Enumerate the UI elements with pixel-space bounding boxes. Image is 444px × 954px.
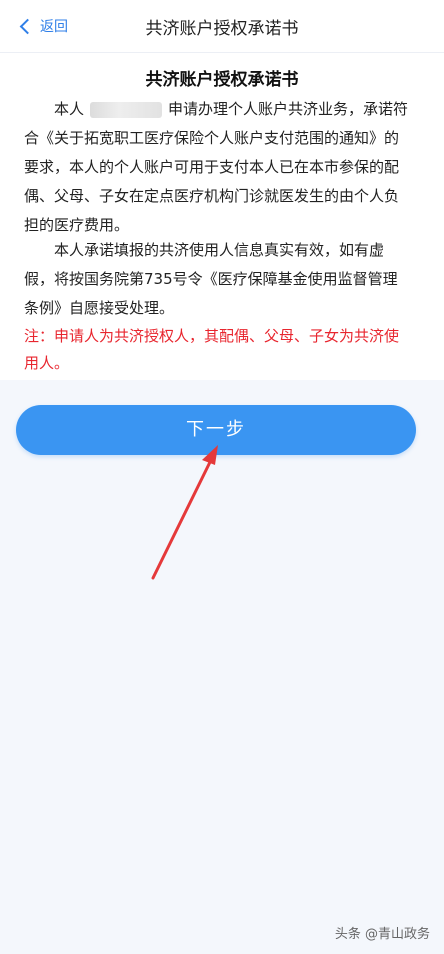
paragraph-1-prefix: 本人 xyxy=(54,100,85,118)
page-title: 共济账户授权承诺书 xyxy=(145,19,299,39)
redacted-name xyxy=(90,101,163,118)
next-step-button[interactable]: 下一步 xyxy=(16,405,416,455)
watermark: 头条 @青山政务 xyxy=(334,927,430,942)
navigation-bar: 返回 共济账户授权承诺书 xyxy=(0,0,444,53)
paragraph-2-text: 本人承诺填报的共济使用人信息真实有效，如有虚假，将按国务院第735号令《医疗保障… xyxy=(24,241,398,317)
agreement-card: 共济账户授权承诺书 本人 申请办理个人账户共济业务，承诺符合《关于拓宽职工医疗保险… xyxy=(0,53,444,380)
paragraph-1-text: 申请办理个人账户共济业务，承诺符合《关于拓宽职工医疗保险个人账户支付范围的通知》… xyxy=(24,100,409,234)
note-text: 注：申请人为共济授权人，其配偶、父母、子女为共济使用人。 xyxy=(24,327,400,372)
document-title: 共济账户授权承诺书 xyxy=(145,70,299,90)
paragraph-1: 本人 申请办理个人账户共济业务，承诺符合《关于拓宽职工医疗保险个人账户支付范围的通… xyxy=(24,95,412,240)
page: 返回 共济账户授权承诺书 共济账户授权承诺书 本人 申请办理个人账户共济业务，承诺… xyxy=(0,0,444,954)
paragraph-2: 本人承诺填报的共济使用人信息真实有效，如有虚假，将按国务院第735号令《医疗保障… xyxy=(24,236,412,323)
